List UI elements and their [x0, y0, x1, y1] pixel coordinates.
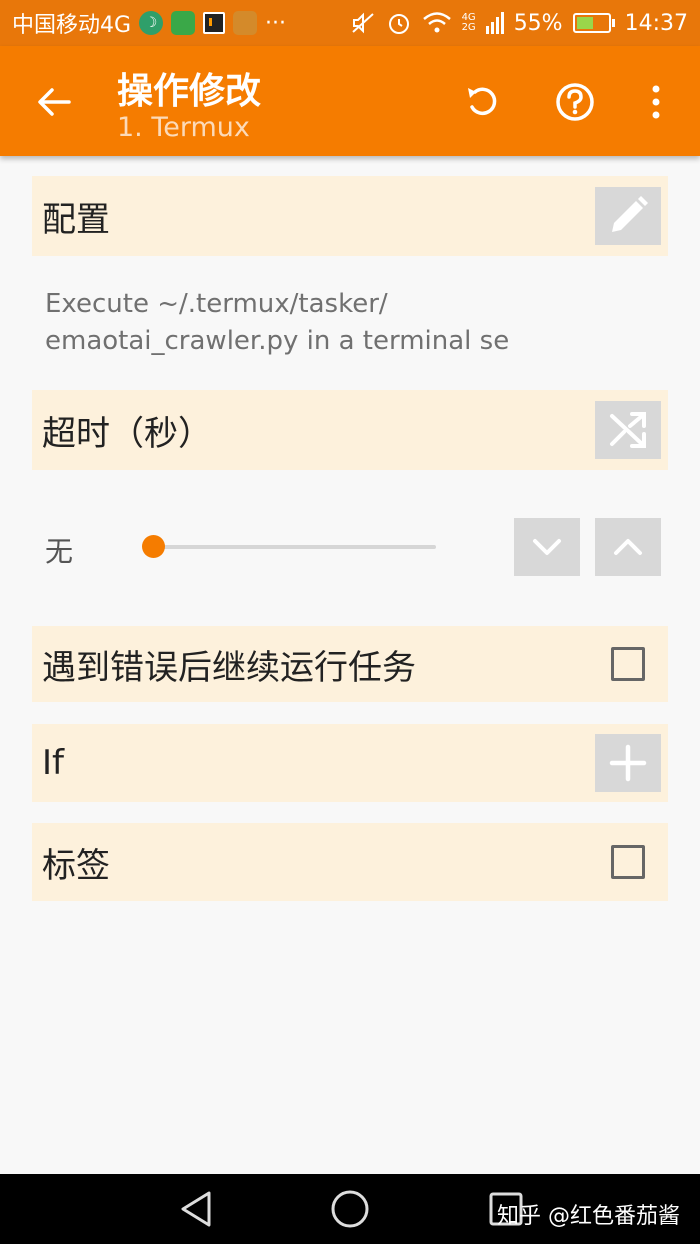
tag-checkbox[interactable]: [611, 845, 645, 879]
plus-icon: [609, 744, 647, 782]
timeout-slider-track[interactable]: [153, 545, 436, 549]
arrow-back-icon: [38, 88, 71, 116]
tag-row[interactable]: 标签: [32, 823, 668, 901]
more-vert-icon: [652, 85, 660, 119]
timeout-value-label: 无: [45, 535, 74, 568]
edit-pencil-icon: [612, 196, 648, 232]
add-condition-button[interactable]: [595, 734, 661, 792]
clock: 14:37: [624, 10, 688, 36]
shuffle-icon: [610, 412, 646, 448]
timeout-label: 超时（秒）: [42, 413, 212, 454]
nav-back-button[interactable]: [166, 1184, 226, 1234]
terminal-app-icon: [203, 12, 226, 34]
undo-button[interactable]: [456, 76, 508, 128]
increment-button[interactable]: [595, 518, 661, 576]
if-section: If: [32, 724, 668, 802]
circle-home-icon: [331, 1190, 369, 1228]
config-description: Execute ~/.termux/tasker/ emaotai_crawle…: [45, 289, 510, 356]
watermark: 知乎 @红色番茄酱: [497, 1204, 680, 1229]
undo-icon: [468, 87, 497, 116]
alarm-icon: [388, 14, 409, 34]
more-options-button[interactable]: [630, 76, 682, 128]
nav-home-button[interactable]: [320, 1184, 380, 1234]
back-button[interactable]: [30, 78, 78, 126]
battery-percent: 55%: [513, 10, 563, 36]
chevron-up-icon: [614, 539, 642, 555]
page-subtitle: 1. Termux: [117, 112, 250, 143]
config-label: 配置: [42, 199, 110, 240]
battery-icon: [572, 13, 615, 33]
signal-icon: [485, 12, 504, 34]
page-title: 操作修改: [117, 71, 262, 112]
tag-label: 标签: [42, 845, 110, 886]
config-section: 配置: [32, 176, 668, 256]
triangle-back-icon: [181, 1191, 211, 1227]
app-bar: 操作修改 1. Termux: [0, 46, 700, 156]
edit-config-button[interactable]: [595, 187, 661, 245]
mute-icon: [351, 12, 374, 34]
continue-on-error-checkbox[interactable]: [611, 647, 645, 681]
help-button[interactable]: [549, 76, 601, 128]
decrement-button[interactable]: [514, 518, 580, 576]
status-bar: 中国移动4G ☽ ··· 4G 2G 55% 14:37: [0, 0, 700, 46]
moon-app-icon: ☽: [139, 11, 164, 35]
more-notifications: ···: [265, 10, 287, 36]
continue-on-error-row[interactable]: 遇到错误后继续运行任务: [32, 626, 668, 702]
help-icon: [556, 83, 594, 121]
chevron-down-icon: [533, 539, 561, 555]
network-type: 4G 2G: [461, 12, 476, 33]
continue-on-error-label: 遇到错误后继续运行任务: [42, 647, 416, 688]
carrier-label: 中国移动4G: [12, 13, 132, 38]
map-app-icon: [171, 11, 196, 35]
timeout-variable-button[interactable]: [595, 401, 661, 459]
timeout-section: 超时（秒）: [32, 390, 668, 470]
timeout-slider-thumb[interactable]: [142, 535, 165, 558]
wifi-icon: [422, 12, 451, 33]
gear-app-icon: [233, 11, 258, 35]
if-label: If: [42, 743, 64, 783]
